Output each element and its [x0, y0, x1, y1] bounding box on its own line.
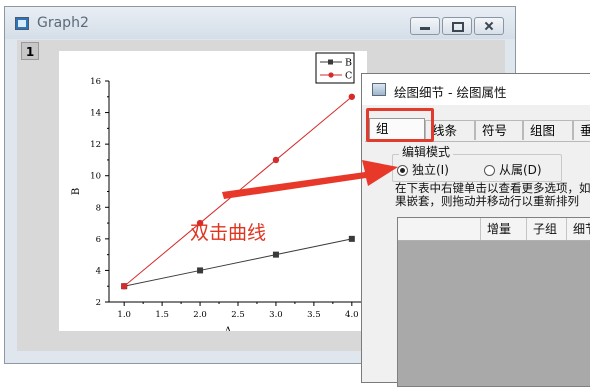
arrow-shape	[222, 160, 398, 199]
annotation-text: 双击曲线	[190, 222, 267, 244]
annotation-overlay	[222, 160, 398, 199]
